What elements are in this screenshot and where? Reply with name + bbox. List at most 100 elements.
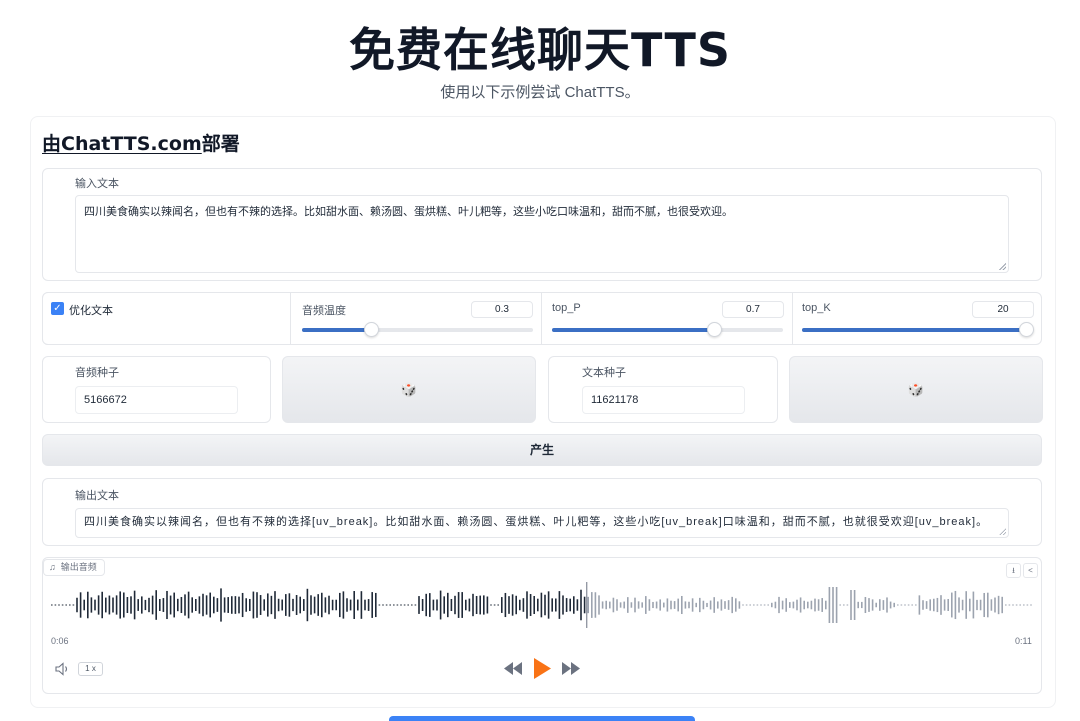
waveform-bar: [1005, 604, 1007, 606]
resize-handle-icon[interactable]: [999, 263, 1006, 270]
waveform-bar: [936, 597, 939, 613]
waveform-bar: [634, 597, 636, 613]
waveform-bar: [220, 588, 222, 622]
waveform-bar: [421, 598, 424, 612]
playhead[interactable]: [586, 582, 588, 628]
waveform-bar: [587, 596, 589, 614]
waveform-bar: [684, 601, 687, 609]
refine-text-checkbox[interactable]: ✓: [51, 302, 64, 315]
playback-speed-button[interactable]: 1 x: [78, 662, 103, 676]
output-text-value: 四川美食确实以辣闻名，但也有不辣的选择[uv_break]。比如甜水面、赖汤圆、…: [84, 516, 989, 528]
waveform-bar: [702, 600, 705, 610]
generate-button[interactable]: 产生: [42, 434, 1042, 466]
waveform-bar: [475, 595, 478, 615]
resize-handle-icon[interactable]: [999, 528, 1006, 535]
waveform-bar: [749, 604, 751, 606]
waveform-bar: [817, 599, 820, 611]
waveform-bar: [601, 601, 604, 609]
output-textarea[interactable]: 四川美食确实以辣闻名，但也有不辣的选择[uv_break]。比如甜水面、赖汤圆、…: [75, 508, 1009, 538]
waveform-bar: [1015, 604, 1018, 606]
waveform-bar: [994, 597, 996, 613]
waveform-bar: [198, 596, 201, 614]
waveform-bar: [951, 592, 953, 618]
audio-seed-input[interactable]: 5166672: [75, 386, 238, 414]
waveform-bar: [591, 592, 593, 618]
waveform-bar: [126, 597, 129, 613]
waveform-bar: [954, 590, 957, 620]
waveform-bar: [576, 599, 579, 611]
input-textarea[interactable]: 四川美食确实以辣闻名，但也有不辣的选择。比如甜水面、赖汤圆、蛋烘糕、叶儿粑等，这…: [75, 195, 1009, 273]
waveform-bar: [846, 604, 849, 606]
waveform-bar: [454, 595, 456, 615]
waveform-bar: [202, 593, 204, 617]
waveform-bar: [727, 600, 730, 610]
chattts-link[interactable]: 由ChatTTS.com: [42, 133, 202, 155]
waveform-bar: [159, 599, 161, 611]
text-seed-label: 文本种子: [582, 367, 626, 379]
audio-label-tag: ♫ 输出音频: [43, 559, 105, 576]
waveform-bar: [508, 596, 510, 614]
temperature-slider-fill: [302, 328, 372, 332]
text-seed-random-button[interactable]: 🎲: [789, 356, 1043, 423]
waveform-bar: [630, 602, 633, 608]
waveform-bar: [123, 592, 125, 618]
play-icon[interactable]: [533, 658, 551, 679]
waveform-bar: [655, 601, 658, 609]
waveform-bar: [619, 602, 622, 608]
fast-forward-icon[interactable]: [562, 662, 580, 675]
waveform-bar: [274, 591, 276, 619]
waveform-bar: [904, 604, 906, 606]
audio-seed-random-button[interactable]: 🎲: [282, 356, 536, 423]
temperature-slider[interactable]: [302, 322, 533, 337]
waveform-bar: [396, 604, 399, 606]
waveform-bar: [339, 592, 341, 618]
top-p-value-input[interactable]: 0.7: [722, 301, 784, 318]
top-k-slider-thumb[interactable]: [1019, 322, 1034, 337]
waveform-bar: [133, 590, 136, 620]
dice-icon: 🎲: [907, 382, 925, 397]
top-p-slider[interactable]: [552, 322, 783, 337]
waveform-bar: [544, 594, 546, 616]
waveform-bar: [864, 596, 867, 614]
waveform-bar: [760, 604, 762, 606]
waveform-bar: [724, 601, 726, 609]
waveform-bar: [997, 595, 1000, 615]
waveform-bar: [645, 596, 647, 614]
duration: 0:11: [1015, 636, 1032, 646]
audio-waveform[interactable]: [50, 580, 1034, 630]
waveform-bar: [177, 598, 179, 612]
top-k-slider-fill: [802, 328, 1026, 332]
waveform-bar: [328, 595, 330, 615]
temperature-value-input[interactable]: 0.3: [471, 301, 533, 318]
waveform-bar: [763, 604, 766, 606]
volume-icon[interactable]: [55, 662, 71, 676]
waveform-bar: [436, 599, 438, 611]
waveform-bar: [375, 592, 377, 618]
waveform-bar: [241, 592, 244, 618]
waveform-bar: [853, 590, 856, 620]
waveform-bar: [130, 596, 132, 614]
rewind-icon[interactable]: [504, 662, 522, 675]
share-icon[interactable]: <: [1023, 563, 1038, 578]
waveform-bar: [148, 597, 150, 613]
top-k-slider[interactable]: [802, 322, 1034, 337]
waveform-bar: [151, 595, 154, 615]
waveform-bar: [393, 604, 395, 606]
waveform-bar: [961, 599, 964, 611]
waveform-bar: [429, 593, 431, 617]
top-k-value-input[interactable]: 20: [972, 301, 1034, 318]
waveform-bar: [504, 592, 507, 618]
waveform-bar: [900, 604, 903, 606]
submit-button[interactable]: [389, 716, 695, 721]
input-text-value: 四川美食确实以辣闻名，但也有不辣的选择。比如甜水面、赖汤圆、蛋烘糕、叶儿粑等，这…: [84, 206, 733, 218]
waveform-bar: [706, 602, 708, 608]
top-p-slider-fill: [552, 328, 714, 332]
waveform-bar: [349, 599, 352, 611]
waveform-bar: [537, 598, 539, 612]
download-icon[interactable]: ⭳: [1006, 563, 1021, 578]
waveform-bar: [983, 592, 985, 618]
top-p-slider-thumb[interactable]: [706, 322, 722, 337]
text-seed-input[interactable]: 11621178: [582, 386, 745, 414]
page-title: 免费在线聊天TTS: [349, 23, 731, 77]
waveform-bar: [1012, 604, 1014, 606]
